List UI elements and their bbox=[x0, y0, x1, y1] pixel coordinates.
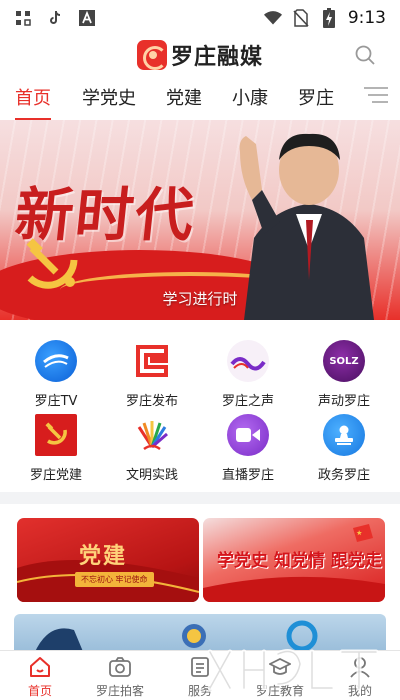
tiktok-icon bbox=[46, 9, 64, 27]
live-video-icon bbox=[227, 414, 269, 456]
nav-label: 我的 bbox=[347, 684, 372, 698]
civilization-icon bbox=[131, 414, 173, 456]
hammer-sickle-icon bbox=[26, 238, 78, 289]
nav-label: 罗庄教育 bbox=[255, 684, 304, 698]
party-flag-icon bbox=[35, 414, 77, 456]
grid-item-sound[interactable]: SOLZ 声动罗庄 bbox=[294, 340, 394, 420]
app-logo: 罗庄融媒 bbox=[136, 39, 263, 71]
profile-icon bbox=[350, 657, 370, 678]
sound-icon: SOLZ bbox=[323, 340, 365, 382]
grid-label: 声动罗庄 bbox=[317, 394, 370, 409]
no-sim-icon bbox=[292, 9, 310, 27]
sound-badge-text: SOLZ bbox=[329, 355, 359, 367]
tab-party-building[interactable]: 党建 bbox=[166, 74, 202, 120]
grid-item-government[interactable]: 政务罗庄 bbox=[294, 414, 394, 494]
publish-icon bbox=[131, 340, 173, 382]
tab-home[interactable]: 首页 bbox=[15, 74, 51, 120]
battery-charging-icon bbox=[320, 8, 338, 28]
grid-label: 罗庄TV bbox=[34, 394, 78, 409]
status-bar: 9:13 bbox=[0, 0, 400, 36]
grid-icon bbox=[14, 9, 32, 27]
government-icon bbox=[323, 414, 365, 456]
tv-globe-icon bbox=[35, 340, 77, 382]
service-grid: 罗庄TV 罗庄发布 罗庄之声 SOLZ 声动罗庄 罗庄党建 文明实践 直播罗庄 … bbox=[0, 320, 400, 492]
nav-photographer[interactable]: 罗庄拍客 bbox=[80, 651, 160, 700]
status-time: 9:13 bbox=[347, 8, 386, 28]
app-header: 罗庄融媒 bbox=[0, 36, 400, 74]
bottom-navigation: 首页 罗庄拍客 服务 罗庄教育 我的 bbox=[0, 650, 400, 700]
party-building-card[interactable]: 党建 不忘初心 牢记使命 bbox=[17, 518, 199, 602]
menu-icon bbox=[364, 86, 388, 108]
party-history-card[interactable]: 学党史 知党情 跟党走 bbox=[203, 518, 385, 602]
logo-icon bbox=[136, 40, 167, 70]
nav-label: 首页 bbox=[27, 684, 52, 698]
tab-party-history[interactable]: 学党史 bbox=[82, 74, 136, 120]
grid-item-live[interactable]: 直播罗庄 bbox=[198, 414, 298, 494]
camera-icon bbox=[109, 657, 131, 677]
banner-caption: 学习进行时 bbox=[162, 290, 238, 308]
education-banner-card[interactable] bbox=[14, 614, 386, 654]
channel-tabs: 首页 学党史 党建 小康 罗庄 信 bbox=[0, 74, 400, 120]
nav-home[interactable]: 首页 bbox=[0, 651, 80, 700]
promo-section: 党建 不忘初心 牢记使命 学党史 知党情 跟党走 bbox=[0, 504, 400, 654]
grid-label: 罗庄之声 bbox=[221, 394, 274, 409]
service-icon bbox=[191, 657, 209, 677]
nav-service[interactable]: 服务 bbox=[160, 651, 240, 700]
tab-luozhuang[interactable]: 罗庄 bbox=[298, 74, 334, 120]
voice-icon bbox=[227, 340, 269, 382]
nav-profile[interactable]: 我的 bbox=[320, 651, 400, 700]
app-title: 罗庄融媒 bbox=[170, 45, 263, 70]
nav-label: 罗庄拍客 bbox=[95, 684, 144, 698]
wifi-icon bbox=[263, 9, 282, 27]
nav-education[interactable]: 罗庄教育 bbox=[240, 651, 320, 700]
grid-item-civilization[interactable]: 文明实践 bbox=[102, 414, 202, 494]
education-icon bbox=[269, 657, 291, 675]
text-a-icon bbox=[78, 9, 96, 27]
nav-label: 服务 bbox=[187, 684, 212, 698]
home-icon bbox=[30, 657, 50, 677]
card1-title: 党建 bbox=[79, 544, 128, 569]
grid-item-publish[interactable]: 罗庄发布 bbox=[102, 340, 202, 420]
grid-item-voice[interactable]: 罗庄之声 bbox=[198, 340, 298, 420]
search-icon[interactable] bbox=[354, 44, 376, 66]
grid-label: 罗庄发布 bbox=[125, 394, 178, 409]
grid-label: 罗庄党建 bbox=[29, 468, 82, 483]
grid-label: 政务罗庄 bbox=[317, 468, 370, 483]
tab-xiaokang[interactable]: 小康 bbox=[232, 74, 268, 120]
channel-menu-button[interactable] bbox=[344, 74, 400, 120]
grid-label: 直播罗庄 bbox=[221, 468, 274, 483]
grid-label: 文明实践 bbox=[125, 468, 178, 483]
app-screen: 9:13 罗庄融媒 首页 学党史 党建 小康 罗庄 信 新时代 bbox=[0, 0, 400, 700]
card1-subtitle: 不忘初心 牢记使命 bbox=[75, 572, 154, 587]
card2-title: 学党史 知党情 跟党走 bbox=[217, 551, 382, 571]
grid-item-party[interactable]: 罗庄党建 bbox=[6, 414, 106, 494]
grid-item-tv[interactable]: 罗庄TV bbox=[6, 340, 106, 420]
